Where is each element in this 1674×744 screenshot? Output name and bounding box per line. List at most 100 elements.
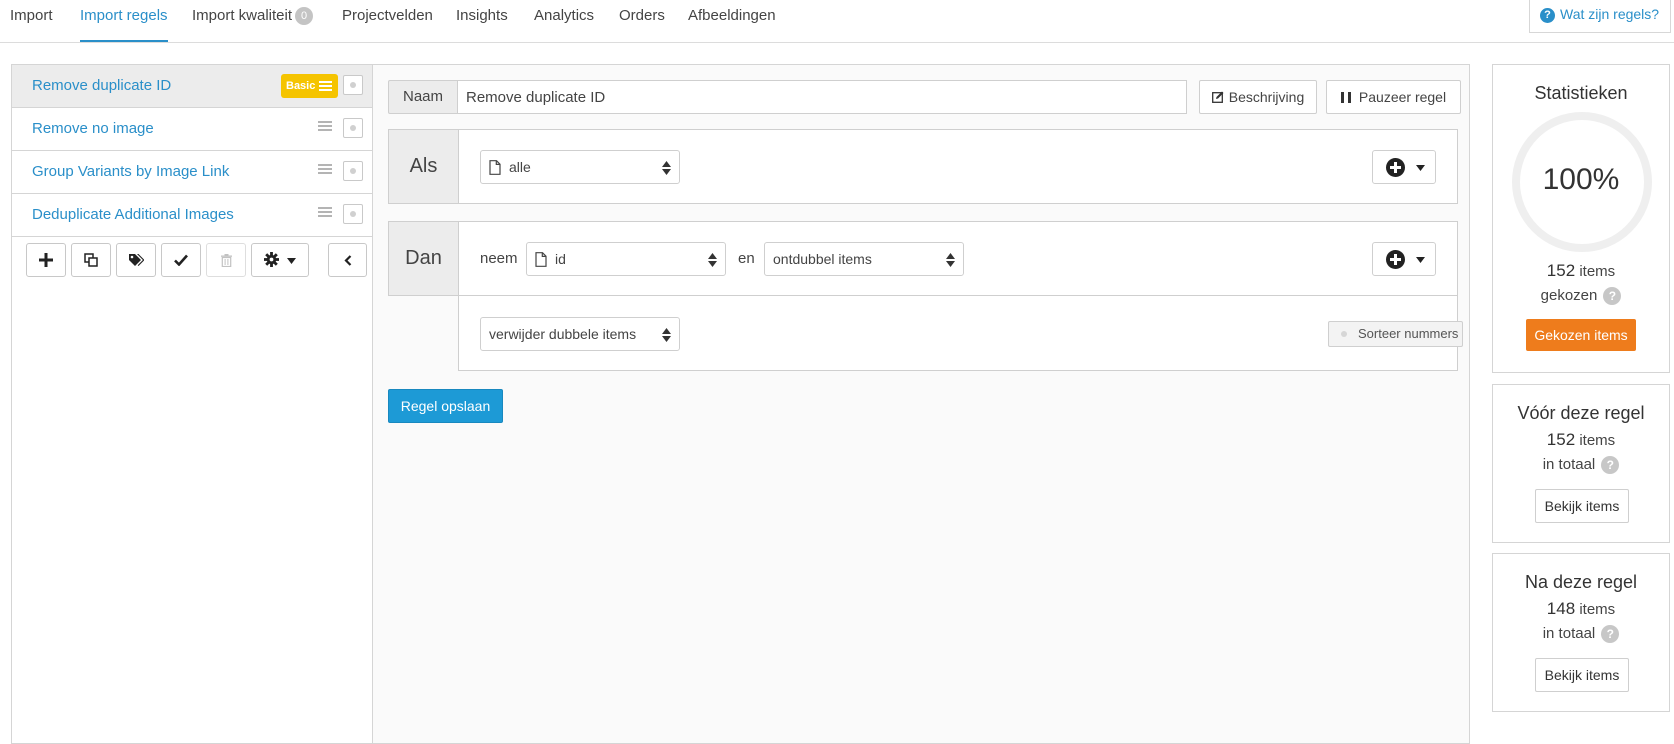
pause-icon (1340, 92, 1351, 103)
tab-import[interactable]: Import (10, 0, 53, 42)
if-label: Als (389, 130, 459, 203)
view-items-before-button[interactable]: Bekijk items (1535, 489, 1629, 523)
add-condition-button[interactable] (1372, 150, 1436, 184)
question-icon: ? (1540, 8, 1555, 23)
rule-name-input[interactable] (457, 80, 1187, 114)
rules-list-panel: Remove duplicate ID Basic Remove no imag… (11, 64, 373, 744)
take-word: neem (480, 250, 518, 267)
action-select[interactable]: ontdubbel items (764, 242, 964, 276)
and-word: en (738, 250, 755, 267)
check-rules-button[interactable] (161, 243, 201, 277)
items-word: items (1579, 601, 1616, 618)
condition-block: Als alle (388, 129, 1458, 204)
tags-icon (129, 254, 145, 266)
before-count-line: 152 items (1493, 430, 1669, 450)
rule-label: Remove no image (32, 120, 154, 137)
caret-down-icon (1416, 165, 1425, 171)
question-icon[interactable]: ? (1603, 287, 1622, 305)
total-word: in totaal (1542, 625, 1596, 642)
tags-button[interactable] (116, 243, 156, 277)
basic-tag[interactable]: Basic (281, 74, 338, 98)
sort-arrows-icon (662, 161, 671, 175)
collapse-panel-button[interactable] (328, 243, 367, 277)
question-icon[interactable]: ? (1601, 456, 1620, 474)
rule-toggle[interactable] (343, 161, 363, 181)
dedupe-mode-value: verwijder dubbele items (489, 326, 637, 342)
menu-icon (319, 81, 332, 91)
pause-rule-button[interactable]: Pauzeer regel (1326, 80, 1461, 114)
description-button[interactable]: Beschrijving (1199, 80, 1317, 114)
settings-dropdown-button[interactable] (251, 243, 309, 277)
rule-toggle[interactable] (343, 75, 363, 95)
document-icon (535, 252, 547, 267)
delete-rule-button[interactable] (206, 243, 246, 277)
basic-tag-label: Basic (286, 80, 316, 92)
tab-insights[interactable]: Insights (456, 0, 508, 42)
tab-import-kwaliteit-label: Import kwaliteit (192, 7, 293, 24)
statistics-panel: Statistieken 100% 152 items gekozen? Gek… (1492, 64, 1670, 373)
after-rule-title: Na deze regel (1524, 572, 1638, 592)
rule-toggle[interactable] (343, 118, 363, 138)
chosen-count-line: 152 items (1493, 261, 1669, 281)
copy-rule-button[interactable] (71, 243, 111, 277)
sort-arrows-icon (662, 328, 671, 342)
drag-handle-icon[interactable] (318, 164, 332, 178)
copy-icon (84, 253, 98, 267)
caret-down-icon (286, 258, 296, 264)
items-word: items (1579, 263, 1616, 280)
check-icon (174, 254, 188, 267)
plus-circle-icon (1386, 158, 1405, 177)
save-rule-button[interactable]: Regel opslaan (388, 389, 503, 423)
tab-afbeeldingen[interactable]: Afbeeldingen (688, 0, 776, 42)
rule-item-remove-duplicate-id[interactable]: Remove duplicate ID Basic (12, 65, 372, 108)
then-label: Dan (389, 222, 459, 295)
sort-arrows-icon (946, 253, 955, 267)
condition-select-value: alle (509, 159, 531, 175)
tab-import-kwaliteit[interactable]: Import kwaliteit 0 (192, 0, 314, 42)
question-icon[interactable]: ? (1601, 625, 1620, 643)
after-count: 148 (1546, 599, 1576, 618)
before-rule-title: Vóór deze regel (1517, 403, 1645, 423)
rule-toggle[interactable] (343, 204, 363, 224)
view-items-after-button[interactable]: Bekijk items (1535, 658, 1629, 692)
tab-orders[interactable]: Orders (619, 0, 665, 42)
edit-icon (1211, 91, 1224, 103)
items-word: items (1579, 432, 1616, 449)
before-rule-panel: Vóór deze regel 152 items in totaal? Bek… (1492, 384, 1670, 543)
sort-arrows-icon (708, 253, 717, 267)
after-rule-panel: Na deze regel 148 items in totaal? Bekij… (1492, 553, 1670, 712)
dedupe-mode-select[interactable]: verwijder dubbele items (480, 317, 680, 351)
rule-label: Group Variants by Image Link (32, 163, 230, 180)
add-action-button[interactable] (1372, 242, 1436, 276)
action-select-value: ontdubbel items (773, 251, 872, 267)
chosen-word-line: gekozen? (1493, 287, 1669, 305)
sort-numbers-toggle[interactable]: Sorteer nummers (1328, 321, 1463, 347)
help-label: Wat zijn regels? (1560, 6, 1660, 22)
top-navigation: Import Import regels Import kwaliteit 0 P… (0, 0, 1674, 43)
chosen-items-button[interactable]: Gekozen items (1526, 319, 1636, 351)
name-label: Naam (388, 80, 457, 114)
total-word: in totaal (1542, 456, 1596, 473)
rule-editor-panel: Naam Beschrijving Pauzeer regel Als alle… (373, 64, 1470, 744)
drag-handle-icon[interactable] (318, 121, 332, 135)
help-button[interactable]: ? Wat zijn regels? (1529, 0, 1671, 33)
condition-select[interactable]: alle (480, 150, 680, 184)
rule-item-deduplicate-images[interactable]: Deduplicate Additional Images (12, 194, 372, 237)
document-icon (489, 160, 501, 175)
tab-projectvelden[interactable]: Projectvelden (342, 0, 433, 42)
drag-handle-icon[interactable] (318, 207, 332, 221)
after-count-line: 148 items (1493, 599, 1669, 619)
plus-icon (39, 253, 53, 267)
add-rule-button[interactable] (26, 243, 66, 277)
chevron-left-icon (343, 255, 351, 266)
after-total-line: in totaal? (1493, 625, 1669, 643)
rule-item-group-variants[interactable]: Group Variants by Image Link (12, 151, 372, 194)
tab-analytics[interactable]: Analytics (534, 0, 594, 42)
rule-item-remove-no-image[interactable]: Remove no image (12, 108, 372, 151)
chosen-word: gekozen (1540, 287, 1598, 304)
plus-circle-icon (1386, 250, 1405, 269)
rule-label: Remove duplicate ID (32, 77, 172, 94)
tab-import-regels[interactable]: Import regels (80, 0, 168, 42)
quality-count-badge: 0 (295, 7, 314, 25)
field-select[interactable]: id (526, 242, 726, 276)
